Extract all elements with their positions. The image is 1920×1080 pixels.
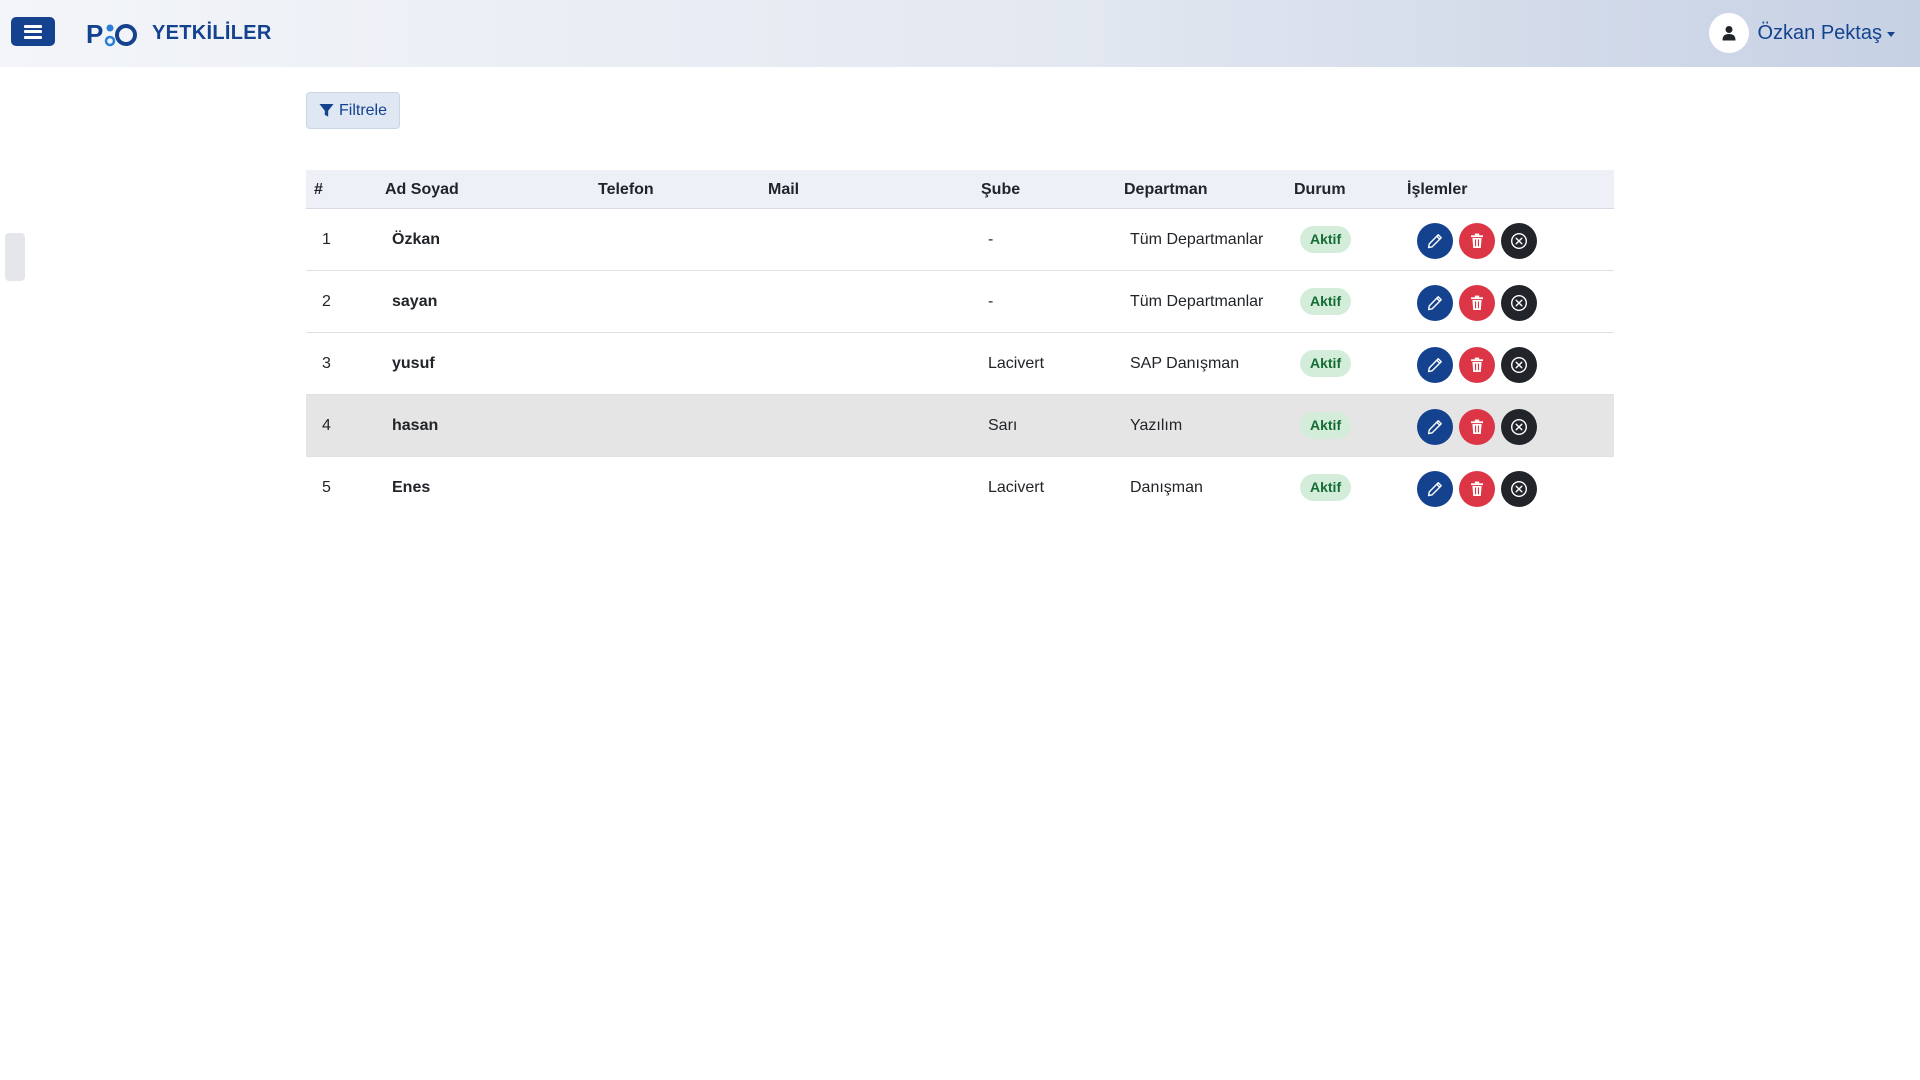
pencil-icon: [1427, 482, 1442, 497]
row-branch: -: [988, 293, 994, 310]
status-badge: Aktif: [1300, 412, 1352, 439]
pencil-icon: [1427, 296, 1442, 311]
edit-button[interactable]: [1417, 471, 1453, 507]
column-header-status: Durum: [1294, 181, 1346, 198]
row-number: 3: [322, 355, 331, 372]
delete-button[interactable]: [1459, 223, 1495, 259]
table-row: 2 sayan - Tüm Departmanlar Aktif: [306, 271, 1614, 333]
column-header-actions: İşlemler: [1407, 181, 1468, 198]
edit-button[interactable]: [1417, 409, 1453, 445]
table-row: 5 Enes Lacivert Danışman Aktif: [306, 457, 1614, 519]
circle-x-icon: [1510, 294, 1528, 312]
status-badge: Aktif: [1300, 226, 1352, 253]
row-name: sayan: [392, 293, 438, 310]
circle-x-icon: [1510, 480, 1528, 498]
authorities-table: # Ad Soyad Telefon Mail Şube Departman D…: [306, 170, 1614, 519]
row-name: Özkan: [392, 231, 441, 248]
cancel-button[interactable]: [1501, 347, 1537, 383]
page-title: YETKİLİLER: [152, 22, 272, 44]
column-header-phone: Telefon: [598, 181, 654, 198]
edit-button[interactable]: [1417, 223, 1453, 259]
row-department: Danışman: [1130, 479, 1203, 496]
row-branch: -: [988, 231, 994, 248]
row-branch: Lacivert: [988, 479, 1045, 496]
table-row: 1 Özkan - Tüm Departmanlar Aktif: [306, 209, 1614, 271]
user-menu[interactable]: Özkan Pektaş: [1709, 13, 1895, 53]
cancel-button[interactable]: [1501, 409, 1537, 445]
sidebar-toggle-button[interactable]: [11, 17, 55, 46]
pencil-icon: [1427, 358, 1442, 373]
row-name: Enes: [392, 479, 431, 496]
row-name: yusuf: [392, 355, 435, 372]
column-header-branch: Şube: [981, 181, 1021, 198]
trash-icon: [1471, 295, 1483, 310]
edit-button[interactable]: [1417, 347, 1453, 383]
column-header-mail: Mail: [768, 181, 800, 198]
row-number: 5: [322, 479, 331, 496]
circle-x-icon: [1510, 232, 1528, 250]
chevron-down-icon: [1887, 31, 1895, 37]
row-department: Yazılım: [1130, 417, 1183, 434]
filter-button-label: Filtrele: [338, 101, 387, 119]
trash-icon: [1471, 233, 1483, 248]
table-row: 3 yusuf Lacivert SAP Danışman Aktif: [306, 333, 1614, 395]
column-header-department: Departman: [1124, 181, 1208, 198]
user-icon: [1722, 26, 1736, 41]
app-logo[interactable]: P: [86, 17, 138, 51]
trash-icon: [1471, 419, 1483, 434]
pencil-icon: [1427, 234, 1442, 249]
delete-button[interactable]: [1459, 285, 1495, 321]
pencil-icon: [1427, 420, 1442, 435]
svg-text:P: P: [86, 19, 103, 49]
row-number: 4: [322, 417, 331, 434]
cancel-button[interactable]: [1501, 471, 1537, 507]
pio-logo-icon: P: [86, 19, 137, 49]
row-number: 1: [322, 231, 331, 248]
trash-icon: [1471, 481, 1483, 496]
row-name: hasan: [392, 417, 439, 434]
delete-button[interactable]: [1459, 471, 1495, 507]
top-navbar: P YETKİLİLER Özkan Pektaş: [0, 0, 1920, 67]
avatar: [1709, 13, 1750, 53]
row-department: Tüm Departmanlar: [1130, 231, 1264, 248]
hamburger-menu-icon: [24, 24, 42, 39]
cancel-button[interactable]: [1501, 223, 1537, 259]
status-badge: Aktif: [1300, 350, 1352, 377]
row-branch: Lacivert: [988, 355, 1045, 372]
row-branch: Sarı: [988, 417, 1018, 434]
user-name: Özkan Pektaş: [1757, 21, 1882, 44]
table-body: 1 Özkan - Tüm Departmanlar Aktif 2 sayan…: [306, 209, 1614, 519]
status-badge: Aktif: [1300, 288, 1352, 315]
status-badge: Aktif: [1300, 474, 1352, 501]
filter-funnel-icon: [319, 103, 334, 117]
circle-x-icon: [1510, 418, 1528, 436]
edit-button[interactable]: [1417, 285, 1453, 321]
table-header: # Ad Soyad Telefon Mail Şube Departman D…: [306, 170, 1614, 209]
row-department: SAP Danışman: [1130, 355, 1240, 372]
row-number: 2: [322, 293, 331, 310]
column-header-name: Ad Soyad: [385, 181, 459, 198]
row-department: Tüm Departmanlar: [1130, 293, 1264, 310]
filter-button[interactable]: Filtrele: [306, 92, 400, 129]
trash-icon: [1471, 357, 1483, 372]
circle-x-icon: [1510, 356, 1528, 374]
delete-button[interactable]: [1459, 409, 1495, 445]
column-header-number: #: [314, 181, 323, 198]
cancel-button[interactable]: [1501, 285, 1537, 321]
delete-button[interactable]: [1459, 347, 1495, 383]
sidebar-handle[interactable]: [5, 233, 25, 281]
table-row: 4 hasan Sarı Yazılım Aktif: [306, 395, 1614, 457]
